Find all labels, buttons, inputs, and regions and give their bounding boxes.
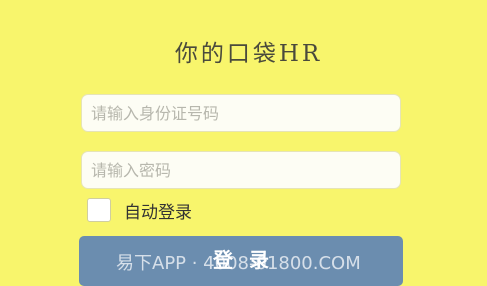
login-button[interactable]: 登录 <box>79 236 403 286</box>
password-input[interactable] <box>82 152 400 188</box>
app-title: 你的口袋HR <box>174 41 323 67</box>
auto-login-option[interactable]: 自动登录 <box>87 197 192 223</box>
id-number-field[interactable] <box>81 94 401 132</box>
password-field[interactable] <box>81 151 401 189</box>
login-screen: 你的口袋HR 自动登录 登录 易下APP · 4008-01800.COM <box>0 0 487 286</box>
id-number-input[interactable] <box>82 95 400 131</box>
auto-login-label: 自动登录 <box>124 202 192 223</box>
auto-login-checkbox[interactable] <box>87 198 111 222</box>
